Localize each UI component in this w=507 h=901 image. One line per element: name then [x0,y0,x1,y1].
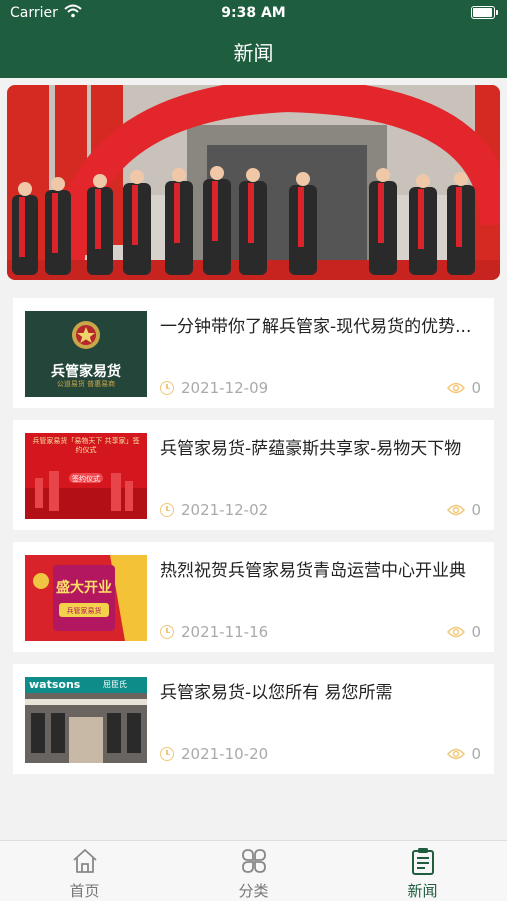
eye-icon [447,626,465,638]
page-title: 新闻 [233,41,274,65]
news-item[interactable]: 兵管家易货「易物天下 共享家」签约仪式 签约仪式 兵管家易货-萨蕴豪斯共享家-易… [13,420,494,530]
eye-icon [447,504,465,516]
news-item[interactable]: 兵管家易货 公道易货 普惠易商 一分钟带你了解兵管家-现代易货的优势... 20… [13,298,494,408]
news-icon [412,848,434,875]
news-date: 2021-12-09 [181,379,269,397]
bottom-tab-bar: 首页 分类 新闻 [0,840,507,901]
home-icon [73,849,97,873]
news-date: 2021-10-20 [181,745,269,763]
news-title: 一分钟带你了解兵管家-现代易货的优势... [160,317,472,337]
clock-icon [160,747,174,761]
thumbnail-store-name: watsons [29,678,81,691]
view-count: 0 [471,379,481,397]
banner-photo [7,85,500,280]
thumbnail-store-name-cn: 屈臣氏 [103,680,127,689]
eye-icon [447,382,465,394]
tab-home-label: 首页 [69,882,100,900]
status-time: 9:38 AM [221,5,286,21]
thumbnail-headline: 盛大开业 [56,580,112,596]
tab-news[interactable]: 新闻 [338,841,507,901]
tab-category-label: 分类 [238,882,269,900]
tab-category[interactable]: 分类 [169,841,338,901]
eye-icon [447,748,465,760]
thumbnail-slogan: 公道易货 普惠易商 [56,380,116,388]
category-icon [242,849,266,873]
news-item[interactable]: 盛大开业 兵管家易货 热烈祝贺兵管家易货青岛运营中心开业典 2021-11-16… [13,542,494,652]
battery-icon [471,6,498,19]
news-list: 兵管家易货 公道易货 普惠易商 一分钟带你了解兵管家-现代易货的优势... 20… [13,298,494,786]
news-title: 兵管家易货-以您所有 易您所需 [160,683,393,703]
news-date: 2021-12-02 [181,501,269,519]
thumbnail-badge: 签约仪式 [72,475,100,483]
clock-icon [160,503,174,517]
tab-news-label: 新闻 [407,882,438,900]
tab-home[interactable]: 首页 [0,841,169,901]
news-thumbnail: 兵管家易货「易物天下 共享家」签约仪式 签约仪式 [25,433,147,519]
banner-image[interactable] [7,85,500,280]
news-date: 2021-11-16 [181,623,269,641]
app-header: Carrier 9:38 AM 新闻 [0,0,507,78]
clock-icon [160,381,174,395]
news-item[interactable]: watsons 屈臣氏 兵管家易货-以您所有 易您所需 2021-10-20 0 [13,664,494,774]
thumbnail-logo-text: 兵管家易货 [51,364,121,380]
news-thumbnail: 盛大开业 兵管家易货 [25,555,147,641]
news-title: 热烈祝贺兵管家易货青岛运营中心开业典 [160,561,466,581]
view-count: 0 [471,501,481,519]
clock-icon [160,625,174,639]
status-bar: Carrier 9:38 AM [0,0,507,28]
news-thumbnail: 兵管家易货 公道易货 普惠易商 [25,311,147,397]
news-title: 兵管家易货-萨蕴豪斯共享家-易物天下物 [160,439,462,459]
view-count: 0 [471,745,481,763]
thumbnail-caption: 兵管家易货「易物天下 共享家」签约仪式 [32,437,140,454]
view-count: 0 [471,623,481,641]
news-thumbnail: watsons 屈臣氏 [25,677,147,763]
thumbnail-graphic [33,555,147,641]
thumbnail-badge: 兵管家易货 [66,607,102,615]
